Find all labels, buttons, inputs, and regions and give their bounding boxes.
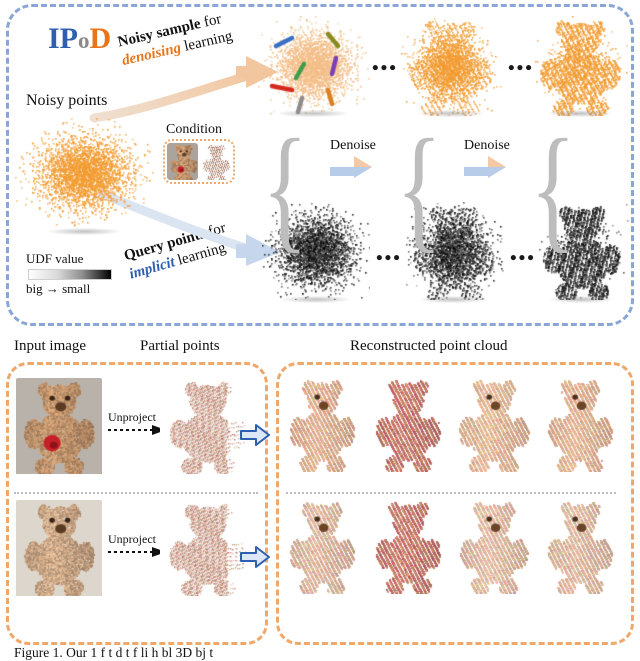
- reconstruction-row-0-view-1: [368, 376, 448, 477]
- row-divider-left: [14, 492, 258, 494]
- noisy-sample-cloud-2: [530, 16, 630, 116]
- reconstruct-arrow-row-0: [240, 424, 270, 446]
- logo-part-d: D: [89, 22, 112, 55]
- reconstruction-row-0-view-3: [540, 376, 620, 477]
- brace-left-0: {: [262, 109, 309, 265]
- reconstruction-row-0-view-0: [282, 376, 362, 477]
- logo-part-o: o: [78, 28, 90, 53]
- cloud-shadow-4: [420, 296, 486, 303]
- column-header-reconstructed: Reconstructed point cloud: [350, 338, 508, 354]
- reconstruction-row-1-view-2: [454, 498, 534, 599]
- udf-legend-scale: big → small: [26, 281, 91, 296]
- reconstruct-arrow-row-1: [240, 546, 270, 568]
- input-image-row-0: [16, 378, 102, 479]
- brace-right-1: {: [530, 109, 577, 265]
- reconstruction-row-1-view-0: [282, 498, 362, 599]
- reconstruction-row-0-view-2: [454, 376, 534, 477]
- denoise-label-0: Denoise: [330, 138, 376, 153]
- cloud-shadow-5: [550, 296, 612, 303]
- udf-gradient-bar: [28, 269, 112, 280]
- column-header-partial-points: Partial points: [140, 338, 220, 354]
- cloud-shadow-3: [282, 296, 350, 303]
- denoise-arrow-0: [330, 156, 372, 178]
- denoising-flow-arrow: [89, 56, 278, 123]
- condition-thumbnail: [163, 139, 235, 184]
- condition-rgb-image: [167, 143, 198, 180]
- ipod-logo: IPoD: [48, 22, 111, 56]
- column-header-input-image: Input image: [14, 338, 87, 354]
- condition-point-image: [200, 143, 231, 180]
- denoise-arrow-1: [464, 156, 506, 178]
- unproject-label-row-0: Unproject: [108, 410, 156, 424]
- ellipsis-top-1: •••: [372, 58, 398, 79]
- denoise-label-1: Denoise: [464, 138, 510, 153]
- input-image-row-1: [16, 500, 102, 601]
- reconstruction-row-1-view-1: [368, 498, 448, 599]
- reconstruction-row-1-view-3: [540, 498, 620, 599]
- brace-right-0: {: [396, 109, 443, 265]
- condition-label: Condition: [166, 122, 223, 137]
- unproject-arrow-row-0: [108, 425, 166, 435]
- noisy-sample-cloud-0: [258, 16, 370, 116]
- cloud-shadow-src: [48, 228, 120, 235]
- row-divider-right: [286, 492, 616, 494]
- logo-part-ip: IP: [48, 22, 78, 55]
- noisy-points-source-cloud: [14, 118, 154, 228]
- unproject-label-row-1: Unproject: [108, 532, 156, 546]
- unproject-arrow-row-1: [108, 547, 166, 557]
- noisy-sample-cloud-1: [398, 16, 502, 116]
